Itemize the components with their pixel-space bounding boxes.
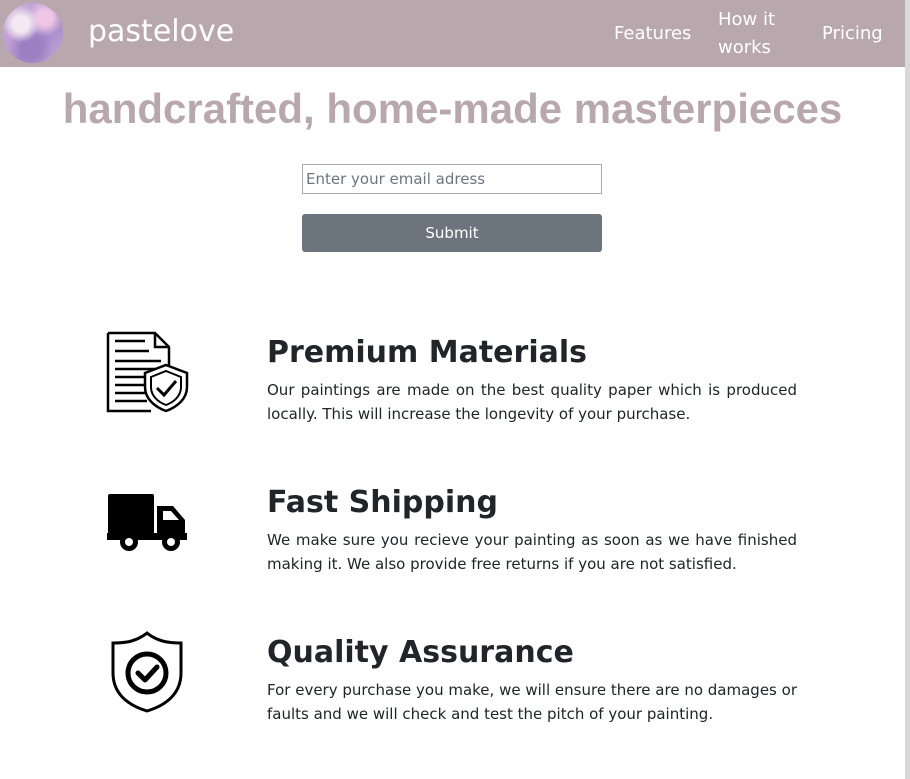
- logo-image[interactable]: [3, 3, 63, 63]
- nav-link-pricing[interactable]: Pricing: [822, 20, 883, 48]
- submit-button[interactable]: Submit: [302, 214, 602, 252]
- feature-title-fast-shipping: Fast Shipping: [267, 485, 498, 520]
- brand-name[interactable]: pastelove: [88, 10, 234, 54]
- feature-description-fast-shipping: We make sure you recieve your painting a…: [267, 531, 797, 573]
- nav-link-how-it-works[interactable]: How it works: [718, 6, 788, 62]
- page-scrollbar[interactable]: [905, 0, 910, 779]
- shield-check-icon: [111, 631, 183, 713]
- hero-title: handcrafted, home-made masterpieces: [62, 85, 843, 132]
- feature-title-premium-materials: Premium Materials: [267, 335, 587, 370]
- delivery-truck-icon: [107, 494, 187, 551]
- nav-link-features[interactable]: Features: [614, 20, 691, 48]
- feature-title-quality-assurance: Quality Assurance: [267, 635, 574, 670]
- site-header: pastelove Features How it works Pricing: [0, 0, 905, 67]
- feature-description-quality-assurance: For every purchase you make, we will ens…: [267, 681, 797, 723]
- feature-description-premium-materials: Our paintings are made on the best quali…: [267, 381, 797, 423]
- email-input[interactable]: [302, 164, 602, 194]
- document-shield-icon: [106, 331, 189, 413]
